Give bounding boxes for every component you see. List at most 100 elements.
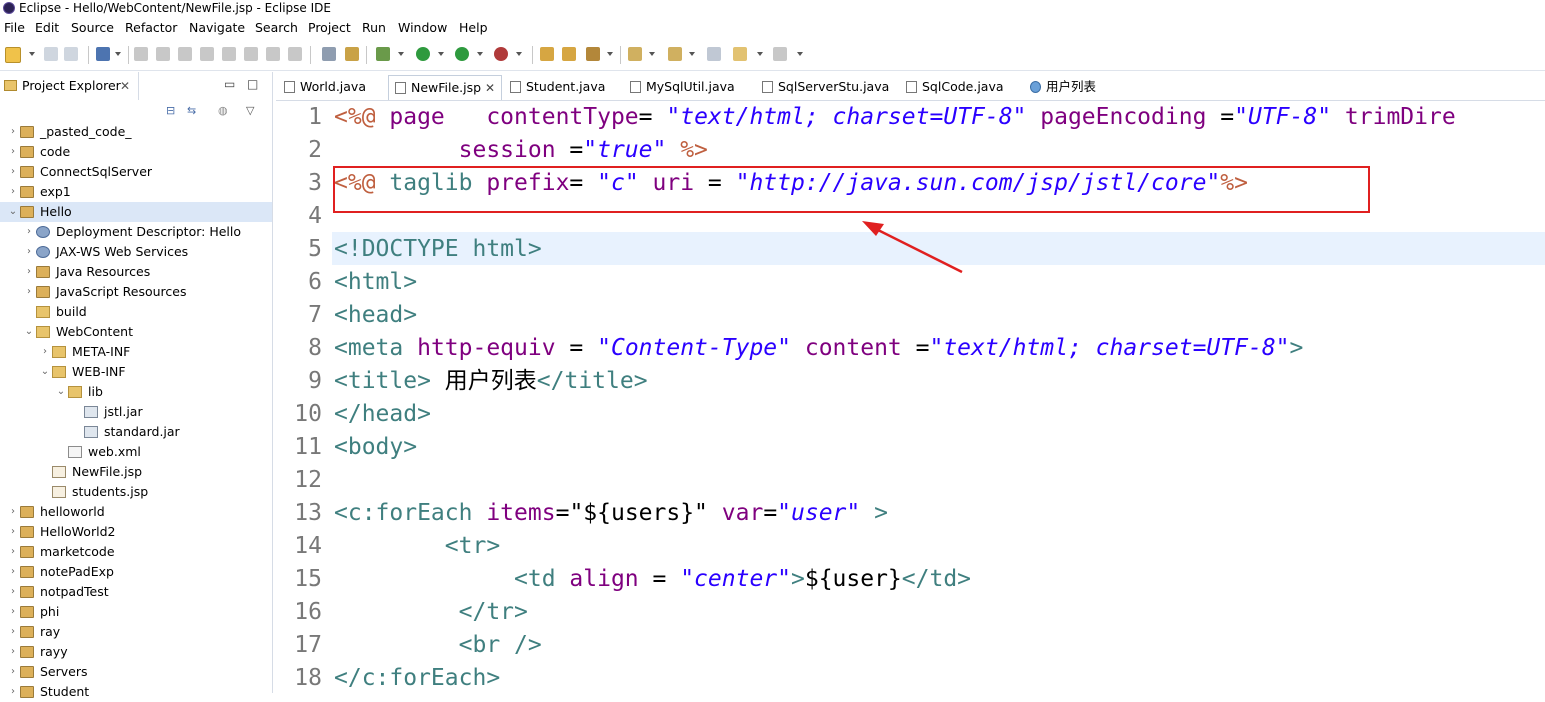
tree-item[interactable]: › Servers bbox=[0, 662, 272, 682]
menu-source[interactable]: Source bbox=[71, 18, 114, 38]
console-dropdown-icon[interactable] bbox=[115, 52, 121, 56]
next-annotation-dropdown-icon[interactable] bbox=[649, 52, 655, 56]
step-over-icon[interactable] bbox=[266, 47, 280, 61]
new-icon[interactable] bbox=[5, 47, 21, 63]
toggle-mark-icon[interactable] bbox=[322, 47, 336, 61]
next-annotation-icon[interactable] bbox=[628, 47, 642, 61]
tree-item[interactable]: › META-INF bbox=[0, 342, 272, 362]
save-icon[interactable] bbox=[44, 47, 58, 61]
menu-refactor[interactable]: Refactor bbox=[125, 18, 177, 38]
forward-icon[interactable] bbox=[773, 47, 787, 61]
chevron-right-icon[interactable]: › bbox=[8, 622, 18, 642]
tree-item[interactable]: ⌄ WEB-INF bbox=[0, 362, 272, 382]
chevron-down-icon[interactable]: ⌄ bbox=[8, 202, 18, 222]
tree-item[interactable]: › HelloWorld2 bbox=[0, 522, 272, 542]
step-into-icon[interactable] bbox=[244, 47, 258, 61]
tree-item[interactable]: › ray bbox=[0, 622, 272, 642]
menu-project[interactable]: Project bbox=[308, 18, 351, 38]
tab-student-java[interactable]: Student.java bbox=[504, 75, 620, 99]
menu-search[interactable]: Search bbox=[255, 18, 298, 38]
chevron-right-icon[interactable]: › bbox=[8, 582, 18, 602]
prev-annotation-dropdown-icon[interactable] bbox=[689, 52, 695, 56]
chevron-right-icon[interactable]: › bbox=[8, 502, 18, 522]
coverage-dropdown-icon[interactable] bbox=[516, 52, 522, 56]
tab-world-java[interactable]: World.java bbox=[278, 75, 386, 99]
chevron-right-icon[interactable]: › bbox=[8, 162, 18, 182]
chevron-right-icon[interactable]: › bbox=[8, 642, 18, 662]
chevron-right-icon[interactable]: › bbox=[24, 242, 34, 262]
tree-item[interactable]: › _pasted_code_ bbox=[0, 122, 272, 142]
tree-item[interactable]: › notePadExp bbox=[0, 562, 272, 582]
suspend-icon[interactable] bbox=[178, 47, 192, 61]
chevron-right-icon[interactable]: › bbox=[8, 562, 18, 582]
filter-icon[interactable]: ◍ bbox=[218, 104, 228, 117]
new-java-package-icon[interactable] bbox=[540, 47, 554, 61]
chevron-down-icon[interactable]: ⌄ bbox=[24, 322, 34, 342]
tree-item[interactable]: › exp1 bbox=[0, 182, 272, 202]
view-menu-icon[interactable]: ▽ bbox=[246, 104, 254, 117]
console-icon[interactable] bbox=[96, 47, 110, 61]
close-icon[interactable]: ✕ bbox=[120, 72, 130, 100]
external-dropdown-icon[interactable] bbox=[477, 52, 483, 56]
menu-help[interactable]: Help bbox=[459, 18, 488, 38]
tree-item[interactable]: ⌄ WebContent bbox=[0, 322, 272, 342]
tree-item[interactable]: ⌄ lib bbox=[0, 382, 272, 402]
chevron-right-icon[interactable]: › bbox=[8, 662, 18, 682]
collapse-all-icon[interactable]: ⊟ bbox=[166, 104, 175, 117]
tree-item[interactable]: web.xml bbox=[0, 442, 272, 462]
tree-item[interactable]: build bbox=[0, 302, 272, 322]
menu-navigate[interactable]: Navigate bbox=[189, 18, 245, 38]
run-external-icon[interactable] bbox=[455, 47, 469, 61]
maximize-icon[interactable]: □ bbox=[247, 77, 258, 91]
back-dropdown-icon[interactable] bbox=[757, 52, 763, 56]
tree-item[interactable]: › rayy bbox=[0, 642, 272, 662]
tree-item[interactable]: jstl.jar bbox=[0, 402, 272, 422]
chevron-right-icon[interactable]: › bbox=[8, 682, 18, 702]
debug-icon[interactable] bbox=[376, 47, 390, 61]
tree-item[interactable]: › marketcode bbox=[0, 542, 272, 562]
disconnect-icon[interactable] bbox=[222, 47, 236, 61]
last-edit-icon[interactable] bbox=[707, 47, 721, 61]
chevron-right-icon[interactable]: › bbox=[24, 282, 34, 302]
chevron-right-icon[interactable]: › bbox=[8, 122, 18, 142]
chevron-right-icon[interactable]: › bbox=[8, 602, 18, 622]
tree-item[interactable]: › Deployment Descriptor: Hello bbox=[0, 222, 272, 242]
tab-project-explorer[interactable]: Project Explorer ✕ bbox=[0, 72, 139, 100]
chevron-right-icon[interactable]: › bbox=[24, 262, 34, 282]
tree-item[interactable]: › helloworld bbox=[0, 502, 272, 522]
tree-item[interactable]: students.jsp bbox=[0, 482, 272, 502]
tab-sqlserverstu-java[interactable]: SqlServerStu.java bbox=[756, 75, 896, 99]
chevron-down-icon[interactable]: ⌄ bbox=[56, 382, 66, 402]
chevron-right-icon[interactable]: › bbox=[8, 142, 18, 162]
tree-item[interactable]: › Java Resources bbox=[0, 262, 272, 282]
new-dropdown-icon[interactable] bbox=[29, 52, 35, 56]
menu-window[interactable]: Window bbox=[398, 18, 447, 38]
resume-icon[interactable] bbox=[156, 47, 170, 61]
chevron-right-icon[interactable]: › bbox=[24, 222, 34, 242]
step-return-icon[interactable] bbox=[288, 47, 302, 61]
tab-sqlcode-java[interactable]: SqlCode.java bbox=[900, 75, 1024, 99]
tab-newfile-jsp[interactable]: NewFile.jsp ✕ bbox=[388, 75, 502, 100]
close-icon[interactable]: ✕ bbox=[485, 76, 495, 100]
tree-item[interactable]: › code bbox=[0, 142, 272, 162]
chevron-right-icon[interactable]: › bbox=[8, 542, 18, 562]
tab-user-list[interactable]: 用户列表 bbox=[1024, 75, 1114, 99]
search-icon[interactable] bbox=[586, 47, 600, 61]
tree-item[interactable]: › JAX-WS Web Services bbox=[0, 242, 272, 262]
tree-item[interactable]: › phi bbox=[0, 602, 272, 622]
minimize-icon[interactable]: ▭ bbox=[224, 77, 235, 91]
tree-item[interactable]: › notpadTest bbox=[0, 582, 272, 602]
menu-file[interactable]: File bbox=[4, 18, 25, 38]
prev-annotation-icon[interactable] bbox=[668, 47, 682, 61]
search-dropdown-icon[interactable] bbox=[607, 52, 613, 56]
chevron-down-icon[interactable]: ⌄ bbox=[40, 362, 50, 382]
coverage-icon[interactable] bbox=[494, 47, 508, 61]
run-dropdown-icon[interactable] bbox=[438, 52, 444, 56]
debug-dropdown-icon[interactable] bbox=[398, 52, 404, 56]
tree-item[interactable]: NewFile.jsp bbox=[0, 462, 272, 482]
tab-mysqlutil-java[interactable]: MySqlUtil.java bbox=[624, 75, 754, 99]
tree-item[interactable]: › ConnectSqlServer bbox=[0, 162, 272, 182]
forward-dropdown-icon[interactable] bbox=[797, 52, 803, 56]
open-type-icon[interactable] bbox=[562, 47, 576, 61]
menu-edit[interactable]: Edit bbox=[35, 18, 59, 38]
